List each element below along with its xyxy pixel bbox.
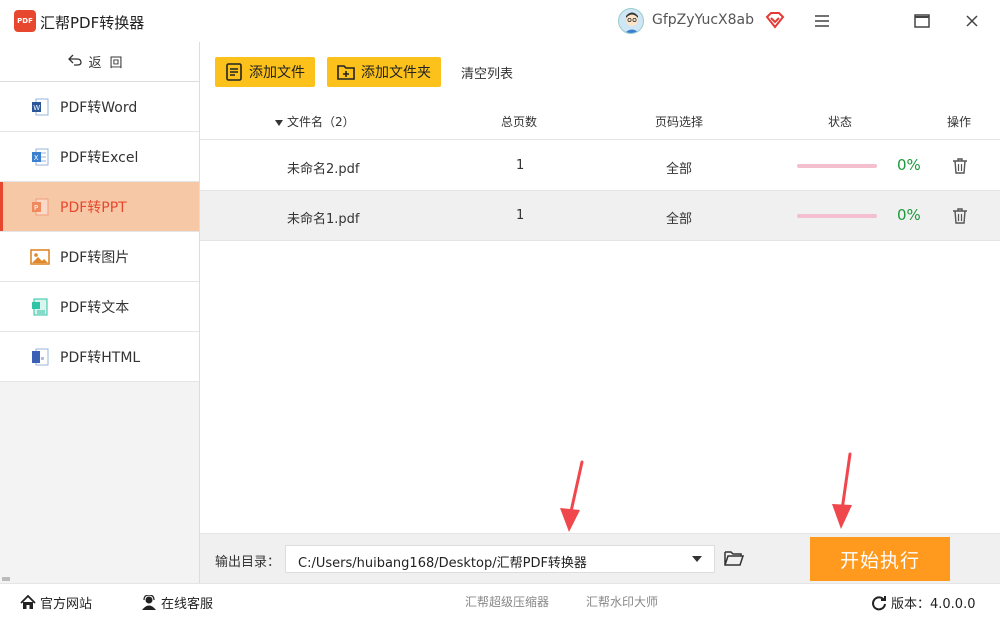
sidebar-item-pdf-to-excel[interactable]: X PDF转Excel <box>0 132 199 182</box>
header-filename: 文件名（2） <box>287 115 355 129</box>
add-file-button[interactable]: 添加文件 <box>215 57 315 87</box>
sort-down-icon <box>275 119 283 126</box>
sidebar-scrollbar[interactable] <box>2 577 10 581</box>
cell-filename: 未命名1.pdf <box>287 212 360 227</box>
ppt-icon: P <box>30 197 50 217</box>
app-logo: PDF <box>14 10 36 32</box>
add-file-icon <box>225 63 243 81</box>
maximize-icon[interactable] <box>911 10 933 32</box>
header-pages: 总页数 <box>501 115 538 129</box>
sidebar-item-label: PDF转Word <box>60 99 138 116</box>
output-dir-path: C:/Users/huibang168/Desktop/汇帮PDF转换器 <box>298 556 587 571</box>
watermark-link[interactable]: 汇帮水印大师 <box>586 593 658 610</box>
word-icon: W <box>30 97 50 117</box>
output-dir-select[interactable]: C:/Users/huibang168/Desktop/汇帮PDF转换器 <box>285 545 715 573</box>
support-label: 在线客服 <box>161 597 214 612</box>
excel-icon: X <box>30 147 50 167</box>
table-header: 文件名（2） 总页数 页码选择 状态 操作 <box>200 100 1000 140</box>
svg-text:P: P <box>34 204 38 212</box>
red-arrow-icon <box>832 452 852 529</box>
table-row[interactable]: 未命名1.pdf 1 全部 0% <box>200 191 1000 241</box>
username[interactable]: GfpZyYucX8ab <box>652 12 754 28</box>
sidebar-item-label: PDF转Excel <box>60 149 139 166</box>
dropdown-arrow-icon <box>692 556 702 562</box>
page-select-dropdown[interactable]: 全部 <box>666 158 692 177</box>
sort-filename-header[interactable]: 文件名（2） <box>275 113 355 130</box>
status-bar: 官方网站 在线客服 汇帮超级压缩器 汇帮水印大师 版本：4.0.0.0 <box>0 583 1000 617</box>
version-label: 版本：4.0.0.0 <box>891 597 976 612</box>
refresh-icon <box>872 595 886 610</box>
progress-percent: 0% <box>897 156 921 174</box>
sidebar-item-label: PDF转PPT <box>60 199 127 216</box>
back-arrow-icon <box>68 54 83 70</box>
sidebar-item-label: PDF转HTML <box>60 349 141 366</box>
cell-pages: 1 <box>516 208 525 223</box>
back-label: 返回 <box>88 56 131 71</box>
progress-bar <box>797 164 877 168</box>
cell-pages: 1 <box>516 158 525 173</box>
progress-bar <box>797 214 877 218</box>
version-info[interactable]: 版本：4.0.0.0 <box>871 593 975 612</box>
header-actions: 操作 <box>947 115 972 129</box>
sidebar-item-pdf-to-image[interactable]: PDF转图片 <box>0 232 199 282</box>
table-row[interactable]: 未命名2.pdf 1 全部 0% <box>200 141 1000 191</box>
website-label: 官方网站 <box>40 597 93 612</box>
add-file-label: 添加文件 <box>249 65 305 81</box>
add-folder-button[interactable]: 添加文件夹 <box>327 57 441 87</box>
page-select-dropdown[interactable]: 全部 <box>666 208 692 227</box>
folder-open-icon[interactable] <box>724 549 745 567</box>
delete-icon[interactable] <box>952 207 968 225</box>
online-support-link[interactable]: 在线客服 <box>141 593 213 612</box>
back-button[interactable]: 返回 <box>0 42 199 82</box>
home-icon <box>20 595 36 609</box>
svg-text:e: e <box>41 356 44 362</box>
image-icon <box>30 247 50 267</box>
sidebar-item-label: PDF转图片 <box>60 249 130 266</box>
app-title: 汇帮PDF转换器 <box>40 14 145 32</box>
add-folder-label: 添加文件夹 <box>361 65 431 81</box>
sidebar-item-pdf-to-html[interactable]: e PDF转HTML <box>0 332 199 382</box>
toolbar: 添加文件 添加文件夹 清空列表 <box>200 42 1000 100</box>
text-icon <box>30 297 50 317</box>
clear-list-button[interactable]: 清空列表 <box>461 63 513 82</box>
cell-filename: 未命名2.pdf <box>287 162 360 177</box>
support-icon <box>142 595 156 610</box>
red-arrow-icon <box>560 460 584 532</box>
progress-percent: 0% <box>897 206 921 224</box>
header-status: 状态 <box>828 115 853 129</box>
official-website-link[interactable]: 官方网站 <box>20 593 92 612</box>
output-dir-label: 输出目录： <box>215 555 281 570</box>
sidebar-item-pdf-to-ppt[interactable]: P PDF转PPT <box>0 182 199 232</box>
output-bar: 输出目录： C:/Users/huibang168/Desktop/汇帮PDF转… <box>200 533 1000 583</box>
start-button[interactable]: 开始执行 <box>810 537 950 581</box>
user-avatar[interactable] <box>618 8 644 34</box>
sidebar: 返回 W PDF转Word X PDF转Excel P PDF转PPT PDF转… <box>0 42 200 583</box>
header-page-select: 页码选择 <box>655 115 704 129</box>
sidebar-item-pdf-to-word[interactable]: W PDF转Word <box>0 82 199 132</box>
svg-text:W: W <box>33 104 40 112</box>
menu-icon[interactable] <box>811 10 833 32</box>
svg-text:X: X <box>34 154 39 162</box>
close-icon[interactable] <box>961 10 983 32</box>
html-icon: e <box>30 347 50 367</box>
compressor-link[interactable]: 汇帮超级压缩器 <box>465 593 549 610</box>
delete-icon[interactable] <box>952 157 968 175</box>
sidebar-item-label: PDF转文本 <box>60 299 130 316</box>
add-folder-icon <box>337 63 355 81</box>
sidebar-item-pdf-to-text[interactable]: PDF转文本 <box>0 282 199 332</box>
title-bar: PDF 汇帮PDF转换器 GfpZyYucX8ab <box>0 0 1000 42</box>
vip-diamond-icon[interactable] <box>765 11 785 29</box>
